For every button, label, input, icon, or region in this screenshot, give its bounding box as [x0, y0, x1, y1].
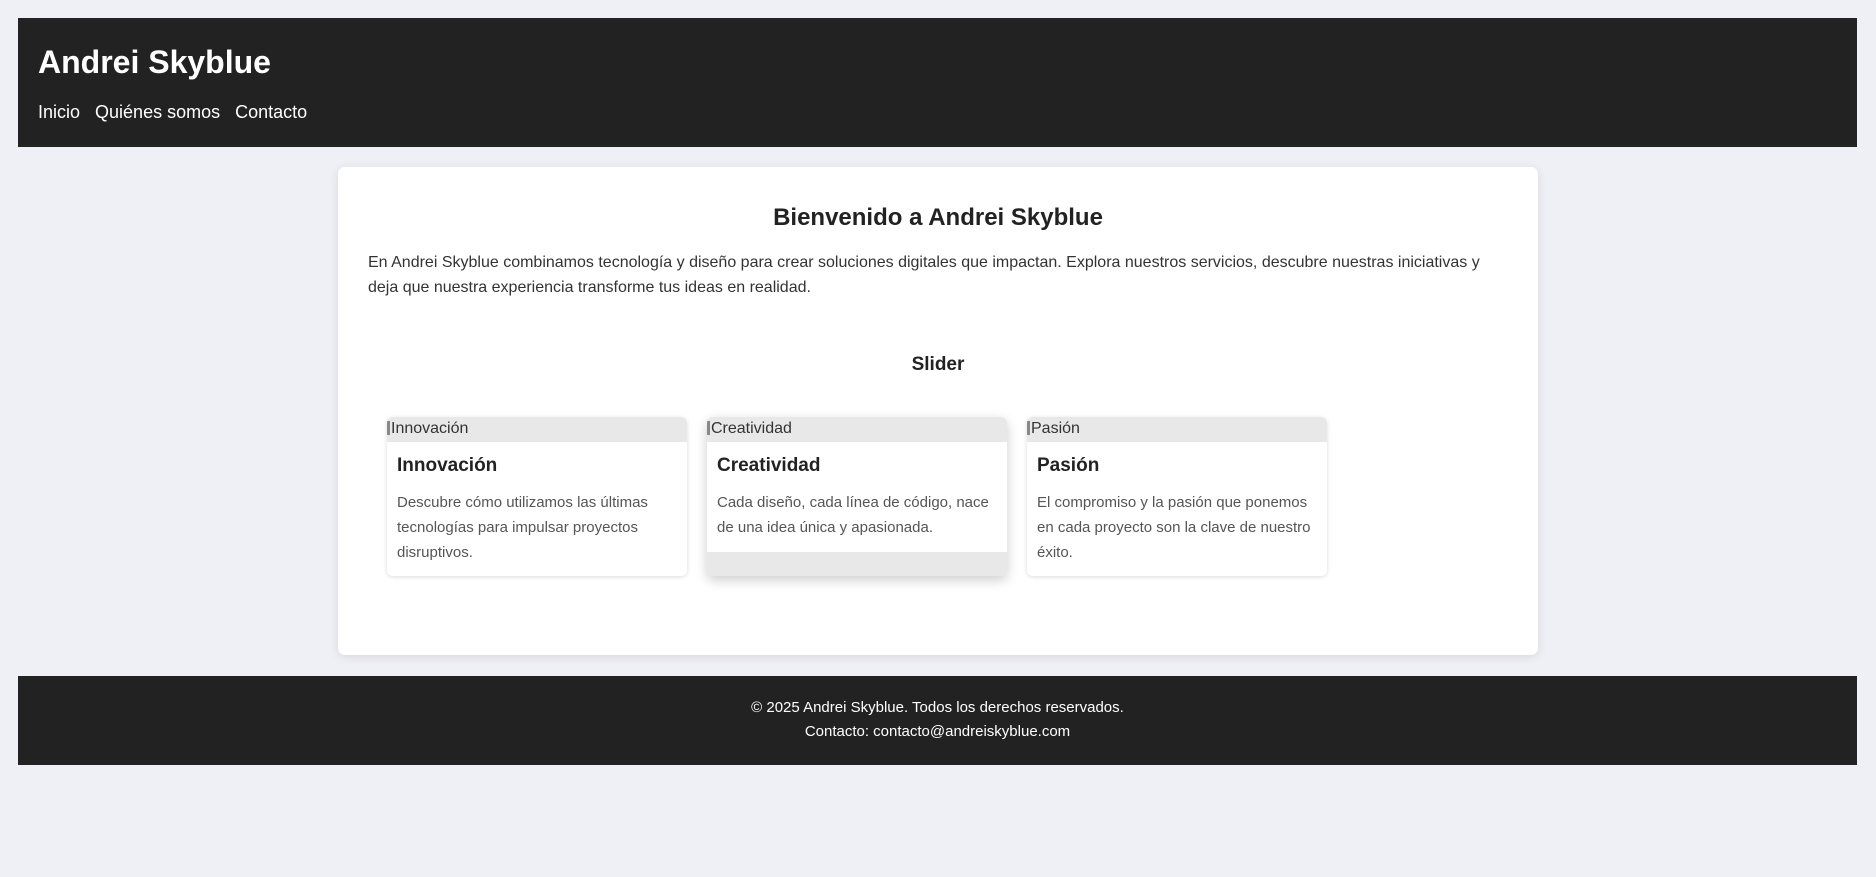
site-header: Andrei Skyblue Inicio Quiénes somos Cont… [18, 18, 1857, 147]
slider-title: Slider [911, 354, 965, 375]
slide-content: Pasión El compromiso y la pasión que pon… [1027, 442, 1327, 565]
slide-image-alt: Innovación [391, 420, 469, 437]
slide-image-creatividad: Creatividad [707, 417, 1007, 442]
slide-image-alt: Creatividad [711, 420, 792, 437]
slide-content: Creatividad Cada diseño, cada línea de c… [707, 442, 1007, 540]
welcome-title: Bienvenido a Andrei Skyblue [773, 204, 1103, 231]
slide-text: Cada diseño, cada línea de código, nace … [717, 494, 989, 536]
slide-text: El compromiso y la pasión que ponemos en… [1037, 494, 1311, 561]
nav-link-inicio[interactable]: Inicio [38, 101, 80, 123]
slide-card-innovacion[interactable]: Innovación Innovación Descubre cómo util… [387, 417, 687, 576]
main-nav: Inicio Quiénes somos Contacto [38, 101, 307, 123]
slide-card-creatividad[interactable]: Creatividad Creatividad Cada diseño, cad… [707, 417, 1007, 576]
slide-image-alt: Pasión [1031, 420, 1080, 437]
slide-bottom-strip [707, 552, 1007, 576]
site-title: Andrei Skyblue [38, 44, 271, 80]
slide-text: Descubre cómo utilizamos las últimas tec… [397, 494, 648, 561]
site-footer: © 2025 Andrei Skyblue. Todos los derecho… [18, 676, 1857, 765]
slide-title: Innovación [397, 455, 498, 476]
slide-title: Creatividad [717, 455, 821, 476]
slide-title: Pasión [1037, 455, 1100, 476]
footer-contact: Contacto: contacto@andreiskyblue.com [804, 723, 1071, 740]
main-content-card: Bienvenido a Andrei Skyblue En Andrei Sk… [338, 167, 1538, 655]
slide-image-pasion: Pasión [1027, 417, 1327, 442]
slide-content: Innovación Descubre cómo utilizamos las … [387, 442, 687, 565]
broken-image-icon [707, 421, 710, 435]
slide-image-innovacion: Innovación [387, 417, 687, 442]
footer-copyright: © 2025 Andrei Skyblue. Todos los derecho… [751, 699, 1124, 716]
nav-link-quienes-somos[interactable]: Quiénes somos [95, 101, 220, 123]
slide-card-pasion[interactable]: Pasión Pasión El compromiso y la pasión … [1027, 417, 1327, 576]
intro-text: En Andrei Skyblue combinamos tecnología … [368, 254, 1480, 296]
broken-image-icon [387, 421, 390, 435]
broken-image-icon [1027, 421, 1030, 435]
nav-link-contacto[interactable]: Contacto [235, 101, 307, 123]
